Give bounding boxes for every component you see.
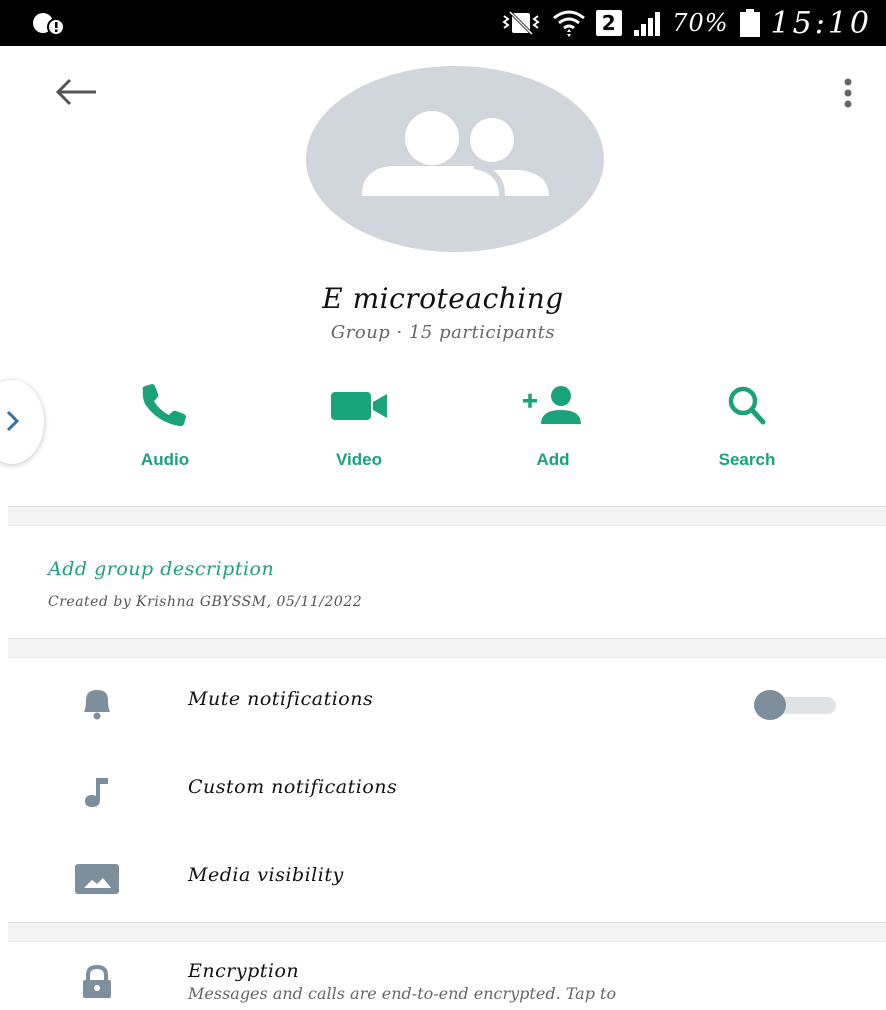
audio-label: Audio (140, 450, 190, 469)
vibrate-icon (502, 10, 540, 36)
image-icon (75, 864, 119, 894)
group-name: E microteaching (322, 282, 564, 315)
group-avatar[interactable] (306, 66, 604, 252)
media-visibility-row[interactable]: Media visibility (0, 848, 886, 908)
mute-notifications-label: Mute notifications (188, 688, 374, 710)
add-label: Add (536, 450, 570, 469)
created-by-text: Created by Krishna GBYSSM, 05/11/2022 (48, 594, 363, 610)
search-label: Search (718, 450, 776, 469)
add-participant-button[interactable]: Add (478, 384, 628, 480)
action-bar: Audio Video Add Search (0, 384, 886, 484)
battery-percent: 70% (672, 9, 729, 37)
mute-toggle[interactable] (754, 690, 838, 720)
battery-icon (739, 9, 760, 37)
encryption-title: Encryption (188, 960, 300, 982)
custom-notifications-row[interactable]: Custom notifications (0, 760, 886, 820)
clock: 15:10 (770, 5, 872, 41)
custom-notifications-label: Custom notifications (188, 776, 398, 798)
search-button[interactable]: Search (672, 384, 822, 480)
video-label: Video (336, 450, 382, 469)
search-icon (728, 386, 766, 425)
video-camera-icon (331, 392, 387, 420)
sim-slot-badge: 2 (596, 10, 623, 36)
group-subtitle: Group · 15 participants (330, 322, 556, 343)
mute-notifications-row[interactable]: Mute notifications (0, 672, 886, 732)
add-description-link[interactable]: Add group description (48, 558, 274, 580)
phone-icon (142, 384, 186, 427)
signal-icon (634, 12, 661, 36)
wifi-icon (553, 10, 586, 37)
section-divider (8, 638, 886, 658)
encryption-subtitle: Messages and calls are end-to-end encryp… (188, 984, 617, 1003)
audio-call-button[interactable]: Audio (90, 384, 240, 480)
video-call-button[interactable]: Video (284, 384, 434, 480)
section-divider (8, 922, 886, 942)
music-note-icon (85, 778, 108, 807)
section-divider (8, 506, 886, 526)
back-arrow-icon[interactable] (52, 76, 100, 108)
add-person-icon (523, 386, 581, 424)
more-options-icon[interactable] (838, 76, 858, 110)
group-icon (362, 111, 549, 197)
status-bar: 2 70% 15:10 (0, 0, 886, 46)
toggle-knob (754, 690, 786, 720)
vpn-key-icon (33, 13, 65, 36)
bell-icon (84, 690, 110, 720)
media-visibility-label: Media visibility (188, 864, 344, 886)
